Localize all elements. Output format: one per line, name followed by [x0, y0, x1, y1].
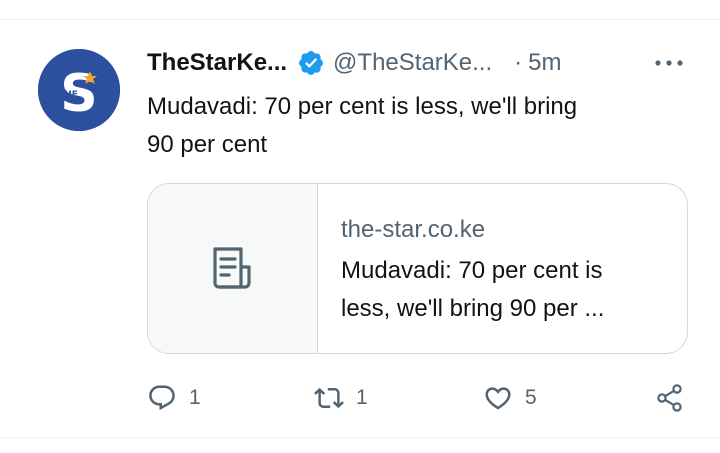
more-options-button[interactable] [651, 48, 687, 78]
reply-button[interactable]: 1 [147, 378, 201, 418]
like-icon [485, 387, 511, 410]
share-button[interactable] [655, 378, 685, 418]
card-body: the-star.co.ke Mudavadi: 70 per cent is … [318, 184, 687, 353]
tweet-bottom-divider [0, 437, 720, 438]
reply-count: 1 [189, 386, 201, 409]
reply-icon [149, 385, 175, 411]
card-thumbnail [148, 184, 318, 353]
avatar[interactable]: S THE [38, 49, 120, 131]
tweet-text-line: 90 per cent [147, 131, 268, 158]
card-title-line: less, we'll bring 90 per ... [341, 295, 605, 322]
display-name[interactable]: TheStarKe... [147, 49, 287, 77]
verified-badge-icon [297, 49, 325, 77]
tweet-text-line: Mudavadi: 70 per cent is less, we'll bri… [147, 93, 578, 120]
like-count: 5 [525, 386, 537, 409]
share-icon [657, 384, 682, 412]
handle[interactable]: @TheStarKe... [333, 49, 492, 77]
action-bar: 1 1 5 [147, 378, 692, 418]
tweet-text: Mudavadi: 70 per cent is less, we'll bri… [147, 88, 687, 164]
retweet-count: 1 [356, 386, 368, 409]
avatar-text: THE [58, 90, 78, 100]
separator-dot: · [514, 49, 523, 76]
card-title-line: Mudavadi: 70 per cent is [341, 257, 603, 284]
tweet-header: TheStarKe... @TheStarKe... · 5m [147, 46, 561, 80]
article-icon [212, 246, 251, 289]
more-options-icon [655, 60, 683, 66]
avatar-logo-icon: S THE [38, 49, 120, 131]
card-domain: the-star.co.ke [341, 216, 486, 243]
like-button[interactable]: 5 [483, 378, 537, 418]
tweet-top-divider [0, 19, 720, 20]
link-card[interactable]: the-star.co.ke Mudavadi: 70 per cent is … [147, 183, 688, 354]
timestamp[interactable]: 5m [528, 49, 561, 77]
retweet-icon [314, 387, 344, 409]
card-title: Mudavadi: 70 per cent is less, we'll bri… [341, 252, 681, 328]
retweet-button[interactable]: 1 [314, 378, 368, 418]
